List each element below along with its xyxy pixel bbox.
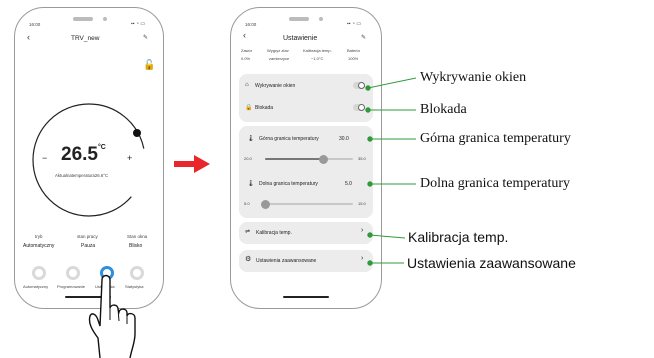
callout-window-detection: Wykrywanie okien	[420, 70, 527, 85]
callout-lower-limit: Dolna granica temperatury	[420, 176, 571, 191]
callout-upper-limit: Górna granica temperatury	[420, 131, 571, 146]
callout-lock: Blokada	[420, 102, 467, 117]
callout-advanced: Ustawienia zaawansowane	[407, 255, 576, 271]
callout-calibration: Kalibracja temp.	[408, 229, 509, 245]
